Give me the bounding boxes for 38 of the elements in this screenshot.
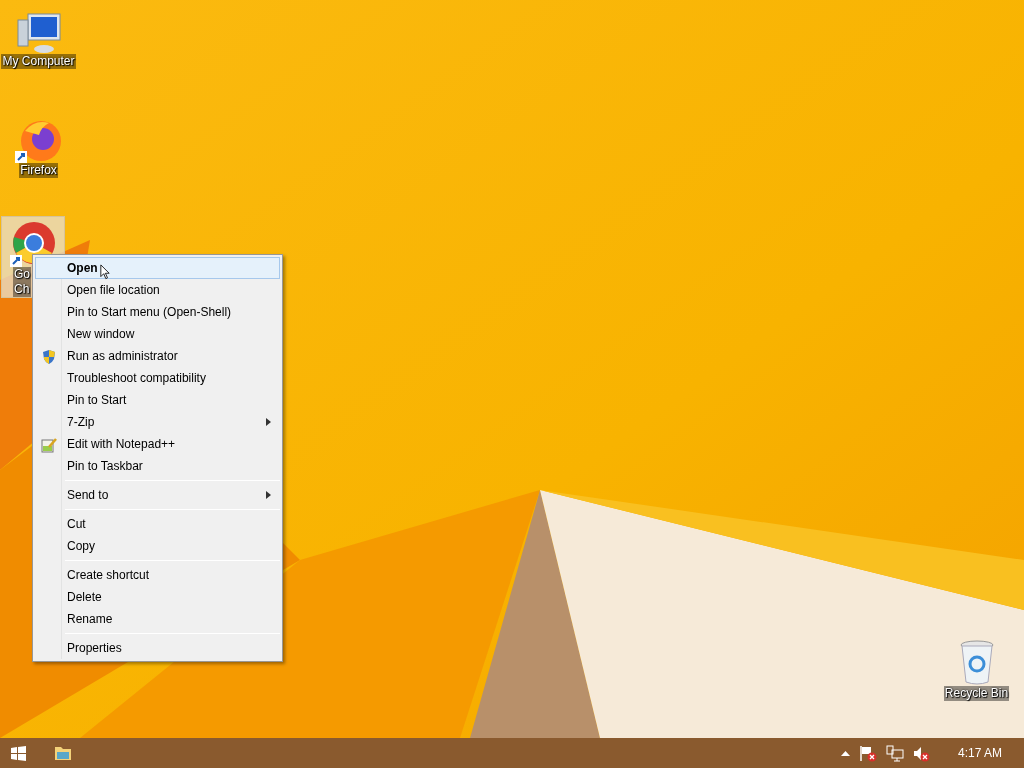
flag-icon[interactable] [858,744,877,762]
menu-item[interactable]: Rename [35,608,280,630]
menu-item[interactable]: Delete [35,586,280,608]
desktop-icon[interactable]: My Computer [0,8,77,90]
shield-icon [42,349,56,365]
start-windows-icon[interactable] [11,745,26,761]
mouse-pointer-icon [100,264,110,280]
icon-label: Recycle Bin [943,686,1010,701]
icon-label: My Computer [1,54,76,69]
menu-item[interactable]: Cut [35,513,280,535]
network-icon[interactable] [885,744,904,762]
menu-item[interactable]: Copy [35,535,280,557]
icon-label: Ch [13,282,31,297]
menu-item[interactable]: Pin to Taskbar [35,455,280,477]
menu-item[interactable]: 7-Zip [35,411,280,433]
menu-item[interactable]: Send to [35,484,280,506]
submenu-arrow-icon [266,491,271,499]
menu-item[interactable]: Troubleshoot compatibility [35,367,280,389]
menu-item[interactable]: Open [35,257,280,279]
recycle-bin-icon [958,640,995,686]
desktop-icon[interactable]: Firefox [0,113,77,195]
submenu-arrow-icon [266,418,271,426]
computer-icon [15,12,62,54]
notepad-icon [41,437,57,453]
menu-item[interactable]: Run as administrator [35,345,280,367]
menu-item[interactable]: Pin to Start menu (Open-Shell) [35,301,280,323]
menu-item[interactable]: Pin to Start [35,389,280,411]
menu-item[interactable]: New window [35,323,280,345]
menu-item[interactable]: Properties [35,637,280,659]
menu-item[interactable]: Create shortcut [35,564,280,586]
shortcut-arrow-icon [10,255,22,267]
icon-label: Go [13,267,31,282]
show-hidden-icons-caret-icon[interactable] [840,750,850,756]
menu-item[interactable]: Edit with Notepad++ [35,433,280,455]
clock[interactable]: 4:17 AM [957,744,1002,762]
menu-item[interactable]: Open file location [35,279,280,301]
icon-label: Firefox [19,163,58,178]
folder-icon[interactable] [54,745,72,761]
